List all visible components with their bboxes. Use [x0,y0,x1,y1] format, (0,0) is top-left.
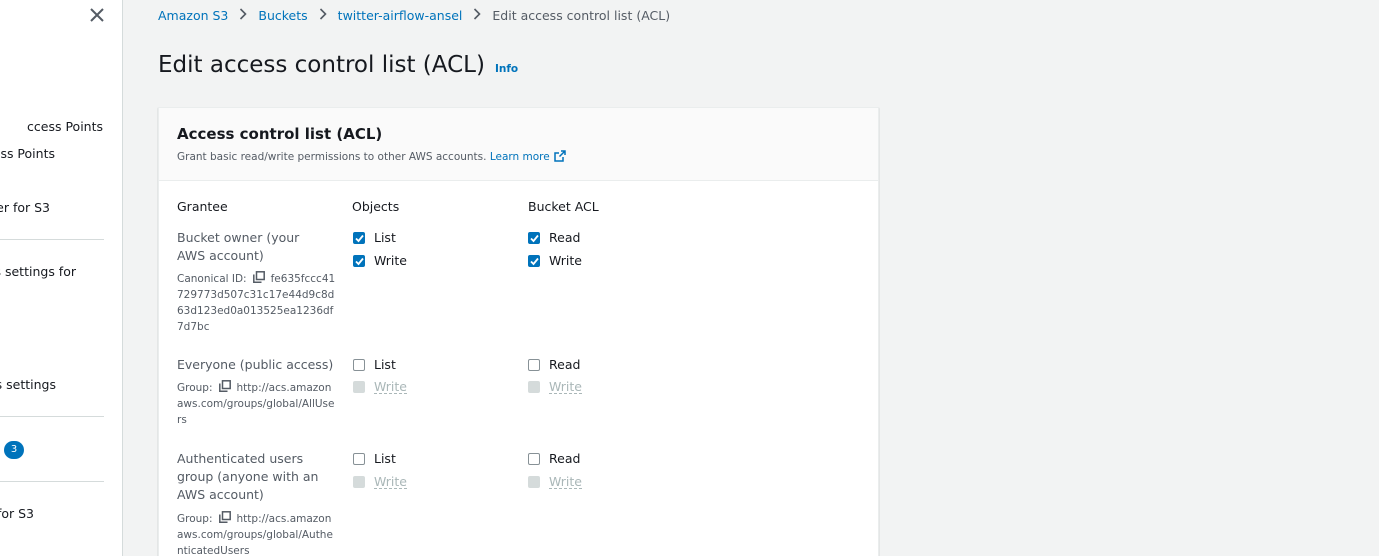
grantee-id-label: Group: [177,382,213,394]
learn-more-link[interactable]: Learn more [489,150,566,163]
authenticated-objects-write-checkbox: Write [353,474,408,490]
close-icon[interactable] [87,6,107,26]
checkbox-box[interactable] [528,453,540,465]
checkbox-box [353,476,365,488]
breadcrumb-bucket-name[interactable]: twitter-airflow-ansel [338,7,463,25]
everyone-objects-list-checkbox[interactable]: List [353,357,396,373]
sidebar-item-block-public-access[interactable]: ss settings for [0,264,76,280]
checkbox-box [528,476,540,488]
checkbox-label: Read [549,451,581,466]
checkbox-label: List [374,230,396,245]
external-link-icon [553,150,566,162]
everyone-objects-write-checkbox: Write [353,379,408,395]
acl-panel-description: Grant basic read/write permissions to ot… [177,150,860,164]
checkbox-label: Read [549,230,581,245]
authenticated-bucket-write-checkbox: Write [528,474,583,490]
checkbox-label: Write [549,474,583,489]
sidebar-divider [0,481,104,482]
copy-icon[interactable] [218,511,231,523]
checkbox-label: Write [374,474,408,489]
page-title: Edit access control list (ACL) [158,52,485,78]
column-header-grantee: Grantee [177,199,228,214]
owner-objects-write-checkbox[interactable]: Write [353,253,407,269]
checkbox-label: List [374,451,396,466]
owner-bucket-read-checkbox[interactable]: Read [528,230,580,246]
grantee-name: Authenticated users group (anyone with a… [177,451,319,502]
grantee-id-label: Group: [177,513,213,525]
grantee-name: Bucket owner (your AWS account) [177,230,300,263]
grantee-id: Canonical ID: fe635fccc41729773d507c31c17… [177,271,337,335]
checkbox-box[interactable] [528,255,540,267]
authenticated-bucket-read-checkbox[interactable]: Read [528,451,580,467]
breadcrumb-current: Edit access control list (ACL) [492,8,671,23]
chevron-right-icon [472,7,482,25]
grantee-id-label: Canonical ID: [177,273,247,285]
sidebar-divider [0,239,104,240]
checkbox-box [353,381,365,393]
chevron-right-icon [318,7,328,25]
checkbox-box[interactable] [353,359,365,371]
checkbox-label: Write [374,253,408,268]
column-header-bucket-acl: Bucket ACL [528,199,599,214]
chevron-right-icon [238,7,248,25]
column-header-objects: Objects [352,199,400,214]
authenticated-objects-list-checkbox[interactable]: List [353,451,396,467]
breadcrumb: Amazon S3 Buckets twitter-airflow-ansel … [158,7,670,25]
checkbox-label: List [374,357,396,372]
checkbox-box[interactable] [528,359,540,371]
sidebar-item-access-analyzer[interactable]: zer for S3 [0,200,50,216]
copy-icon[interactable] [218,380,231,392]
page-header: Edit access control list (ACL) Info [158,48,518,82]
copy-icon[interactable] [252,271,265,283]
owner-bucket-write-checkbox[interactable]: Write [528,253,582,269]
everyone-bucket-read-checkbox[interactable]: Read [528,357,580,373]
acl-description-text: Grant basic read/write permissions to ot… [177,151,487,163]
everyone-bucket-write-checkbox: Write [528,379,583,395]
acl-panel-title: Access control list (ACL) [177,125,383,143]
learn-more-label: Learn more [489,151,550,163]
sidebar: ccess Points ss Points zer for S3 ss set… [0,0,123,556]
checkbox-label: Write [549,253,583,268]
info-link[interactable]: Info [495,63,518,75]
sidebar-item-object-lambda-access-points[interactable]: ss Points [0,146,55,162]
checkbox-box[interactable] [353,453,365,465]
checkbox-label: Write [374,379,408,394]
sidebar-item-storage-lens-settings[interactable]: ns settings [0,377,56,393]
checkbox-label: Write [549,379,583,394]
grantee-id: Group: http://acs.amazonaws.com/groups/gl… [177,380,337,428]
checkbox-label: Read [549,357,581,372]
checkbox-box [528,381,540,393]
grantee-id: Group: http://acs.amazonaws.com/groups/gl… [177,511,337,556]
checkbox-box[interactable] [353,255,365,267]
owner-objects-list-checkbox[interactable]: List [353,230,396,246]
acl-panel: Access control list (ACL) Grant basic re… [158,107,879,556]
sidebar-divider [0,416,104,417]
grantee-name: Everyone (public access) [177,357,334,372]
main-content: Amazon S3 Buckets twitter-airflow-ansel … [123,0,1379,556]
checkbox-box[interactable] [353,232,365,244]
checkbox-box[interactable] [528,232,540,244]
notification-badge: 3 [4,441,24,459]
breadcrumb-buckets[interactable]: Buckets [258,7,307,25]
breadcrumb-amazon-s3[interactable]: Amazon S3 [158,7,228,25]
acl-panel-header: Access control list (ACL) Grant basic re… [159,108,878,181]
sidebar-item-marketplace[interactable]: for S3 [0,506,34,522]
sidebar-item-access-points[interactable]: ccess Points [27,119,103,135]
